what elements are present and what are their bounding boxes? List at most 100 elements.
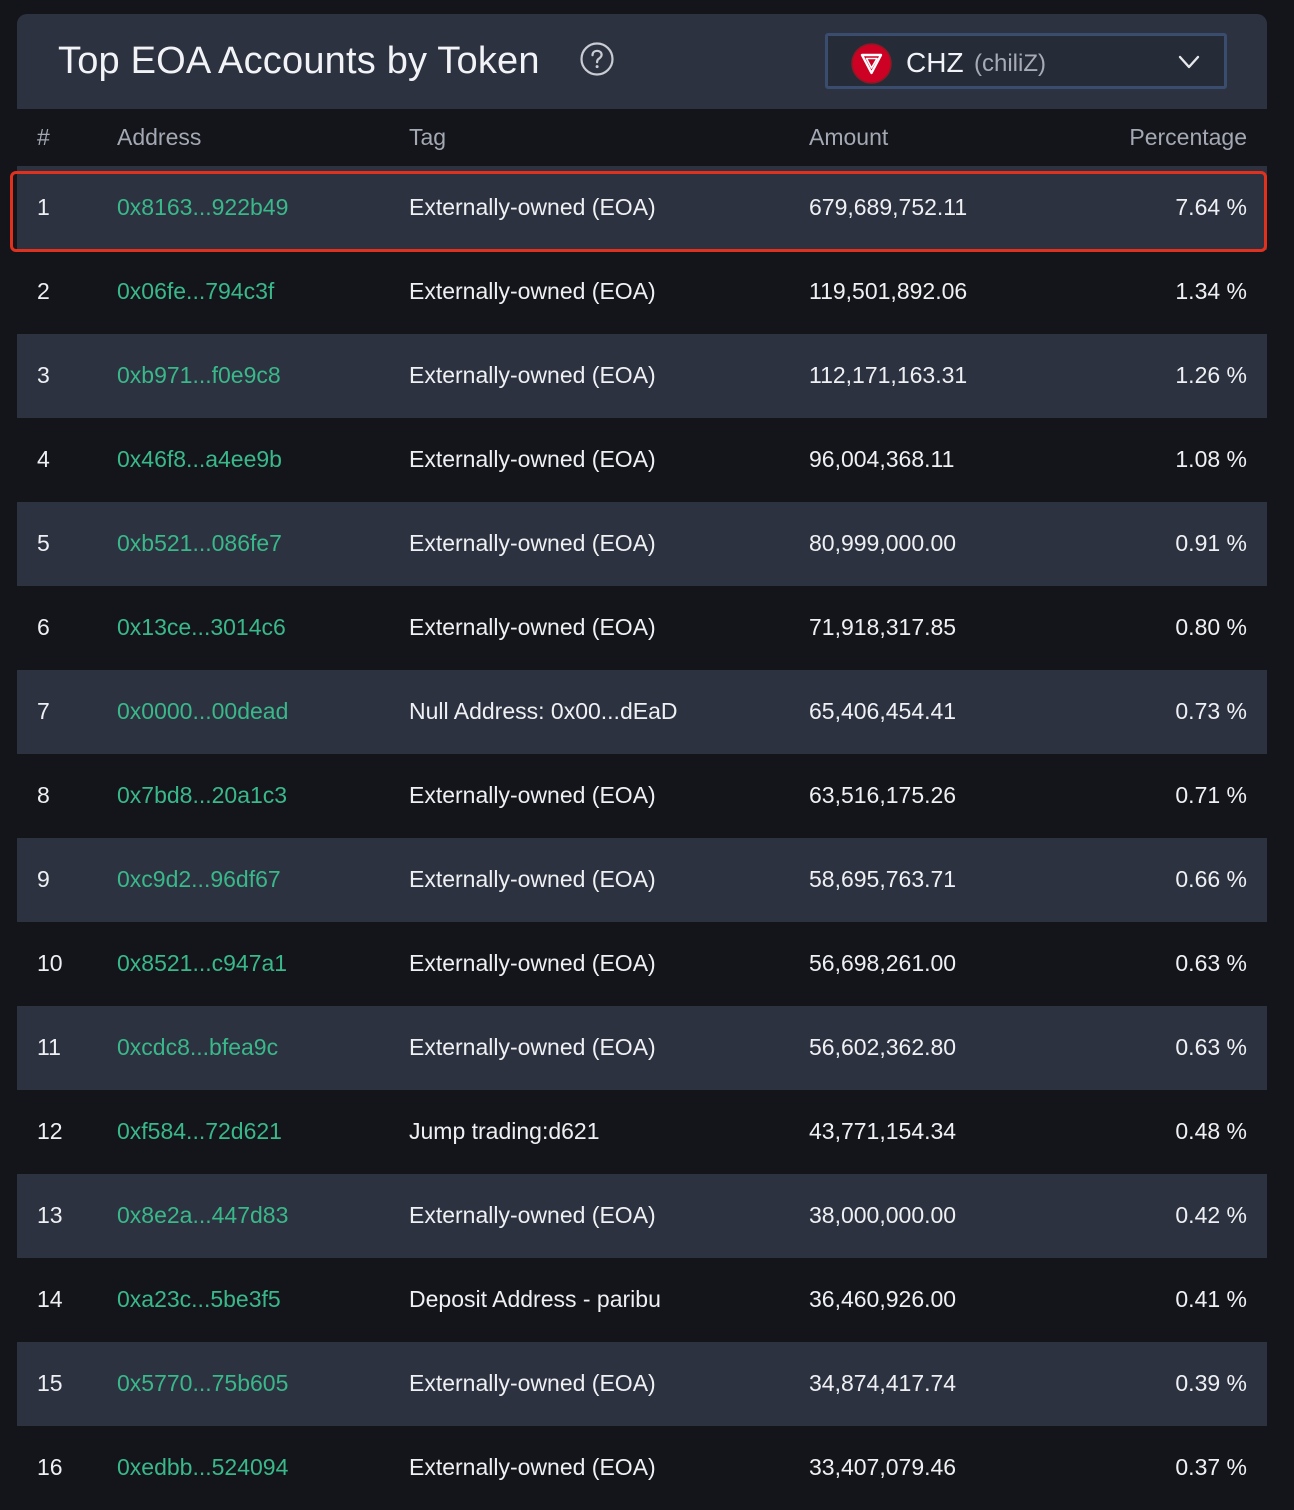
table-row[interactable]: 4 0x46f8...a4ee9b Externally-owned (EOA)… — [17, 418, 1267, 502]
address-link[interactable]: 0x8521...c947a1 — [117, 950, 287, 977]
row-amount: 80,999,000.00 — [809, 530, 957, 556]
table-row[interactable]: 9 0xc9d2...96df67 Externally-owned (EOA)… — [17, 838, 1267, 922]
row-rank: 7 — [37, 698, 50, 724]
row-tag: Externally-owned (EOA) — [409, 950, 656, 976]
row-amount: 96,004,368.11 — [809, 446, 955, 472]
row-rank: 5 — [37, 530, 50, 556]
row-rank: 16 — [37, 1454, 63, 1480]
row-amount: 33,407,079.46 — [809, 1454, 957, 1480]
row-amount: 58,695,763.71 — [809, 866, 957, 892]
row-tag: Externally-owned (EOA) — [409, 446, 656, 472]
row-tag: Externally-owned (EOA) — [409, 1202, 656, 1228]
row-percentage: 0.71 % — [1175, 782, 1247, 808]
row-percentage: 0.63 % — [1175, 950, 1247, 976]
row-percentage: 0.48 % — [1175, 1118, 1247, 1144]
address-link[interactable]: 0x13ce...3014c6 — [117, 614, 286, 641]
row-amount: 36,460,926.00 — [809, 1286, 957, 1312]
question-circle-icon[interactable] — [580, 42, 614, 76]
address-link[interactable]: 0xf584...72d621 — [117, 1118, 282, 1145]
address-link[interactable]: 0xb971...f0e9c8 — [117, 362, 281, 389]
page-title: Top EOA Accounts by Token — [58, 40, 540, 82]
row-percentage: 1.34 % — [1175, 278, 1247, 304]
table-row[interactable]: 3 0xb971...f0e9c8 Externally-owned (EOA)… — [17, 334, 1267, 418]
table-row[interactable]: 13 0x8e2a...447d83 Externally-owned (EOA… — [17, 1174, 1267, 1258]
row-tag: Externally-owned (EOA) — [409, 278, 656, 304]
row-tag: Externally-owned (EOA) — [409, 866, 656, 892]
row-amount: 63,516,175.26 — [809, 782, 957, 808]
row-amount: 119,501,892.06 — [809, 278, 968, 304]
address-link[interactable]: 0xc9d2...96df67 — [117, 866, 281, 893]
row-percentage: 0.63 % — [1175, 1034, 1247, 1060]
row-percentage: 0.80 % — [1175, 614, 1247, 640]
row-tag: Externally-owned (EOA) — [409, 1370, 656, 1396]
row-tag: Externally-owned (EOA) — [409, 362, 656, 388]
row-rank: 9 — [37, 866, 50, 892]
chevron-down-icon[interactable] — [1178, 51, 1200, 73]
address-link[interactable]: 0xb521...086fe7 — [117, 530, 282, 557]
row-tag: Externally-owned (EOA) — [409, 782, 656, 808]
table-header: # Address Tag Amount Percentage — [17, 109, 1267, 166]
row-tag: Externally-owned (EOA) — [409, 1034, 656, 1060]
row-tag: Externally-owned (EOA) — [409, 194, 656, 220]
row-tag: Null Address: 0x00...dEaD — [409, 698, 678, 724]
row-amount: 56,602,362.80 — [809, 1034, 957, 1060]
token-symbol: CHZ — [906, 47, 964, 78]
table-row[interactable]: 14 0xa23c...5be3f5 Deposit Address - par… — [17, 1258, 1267, 1342]
row-amount: 43,771,154.34 — [809, 1118, 957, 1144]
row-percentage: 1.26 % — [1175, 362, 1247, 388]
top-eoa-accounts-panel: Top EOA Accounts by Token CHZ (chiliZ) #… — [17, 14, 1267, 1510]
address-link[interactable]: 0x7bd8...20a1c3 — [117, 782, 287, 809]
address-link[interactable]: 0x8e2a...447d83 — [117, 1202, 288, 1229]
table-row[interactable]: 10 0x8521...c947a1 Externally-owned (EOA… — [17, 922, 1267, 1006]
address-link[interactable]: 0x06fe...794c3f — [117, 278, 274, 305]
column-header-percentage: Percentage — [1129, 124, 1247, 150]
table-row[interactable]: 7 0x0000...00dead Null Address: 0x00...d… — [17, 670, 1267, 754]
address-link[interactable]: 0xedbb...524094 — [117, 1454, 288, 1481]
chiliz-logo-icon — [851, 43, 892, 84]
column-header-rank: # — [37, 124, 50, 150]
row-percentage: 0.37 % — [1175, 1454, 1247, 1480]
row-amount: 71,918,317.85 — [809, 614, 957, 640]
table-row[interactable]: 16 0xedbb...524094 Externally-owned (EOA… — [17, 1426, 1267, 1510]
address-link[interactable]: 0xcdc8...bfea9c — [117, 1034, 278, 1061]
table-row[interactable]: 12 0xf584...72d621 Jump trading:d621 43,… — [17, 1090, 1267, 1174]
row-amount: 679,689,752.11 — [809, 194, 968, 220]
row-tag: Deposit Address - paribu — [409, 1286, 661, 1312]
column-header-amount: Amount — [809, 124, 889, 150]
address-link[interactable]: 0x8163...922b49 — [117, 194, 288, 221]
table-row[interactable]: 1 0x8163...922b49 Externally-owned (EOA)… — [17, 166, 1267, 250]
table-row[interactable]: 15 0x5770...75b605 Externally-owned (EOA… — [17, 1342, 1267, 1426]
row-rank: 10 — [37, 950, 63, 976]
row-tag: Externally-owned (EOA) — [409, 614, 656, 640]
address-link[interactable]: 0x0000...00dead — [117, 698, 288, 725]
table-row[interactable]: 5 0xb521...086fe7 Externally-owned (EOA)… — [17, 502, 1267, 586]
row-percentage: 0.42 % — [1175, 1202, 1247, 1228]
table-row[interactable]: 6 0x13ce...3014c6 Externally-owned (EOA)… — [17, 586, 1267, 670]
row-rank: 6 — [37, 614, 50, 640]
row-amount: 65,406,454.41 — [809, 698, 957, 724]
address-link[interactable]: 0xa23c...5be3f5 — [117, 1286, 281, 1313]
table-row[interactable]: 2 0x06fe...794c3f Externally-owned (EOA)… — [17, 250, 1267, 334]
row-percentage: 7.64 % — [1175, 194, 1247, 220]
row-amount: 56,698,261.00 — [809, 950, 957, 976]
row-rank: 11 — [37, 1034, 61, 1060]
token-select-dropdown[interactable]: CHZ (chiliZ) — [825, 33, 1227, 89]
row-tag: Externally-owned (EOA) — [409, 530, 656, 556]
row-amount: 38,000,000.00 — [809, 1202, 957, 1228]
column-header-tag: Tag — [409, 124, 447, 150]
row-tag: Externally-owned (EOA) — [409, 1454, 656, 1480]
table-row[interactable]: 11 0xcdc8...bfea9c Externally-owned (EOA… — [17, 1006, 1267, 1090]
token-name: (chiliZ) — [974, 50, 1046, 77]
row-amount: 34,874,417.74 — [809, 1370, 957, 1396]
table-row[interactable]: 8 0x7bd8...20a1c3 Externally-owned (EOA)… — [17, 754, 1267, 838]
row-percentage: 0.73 % — [1175, 698, 1247, 724]
table-body: 1 0x8163...922b49 Externally-owned (EOA)… — [17, 166, 1267, 1510]
row-percentage: 0.41 % — [1175, 1286, 1247, 1312]
address-link[interactable]: 0x46f8...a4ee9b — [117, 446, 282, 473]
row-rank: 1 — [37, 194, 50, 220]
row-rank: 12 — [37, 1118, 63, 1144]
row-percentage: 0.91 % — [1175, 530, 1247, 556]
row-tag: Jump trading:d621 — [409, 1118, 600, 1144]
row-rank: 13 — [37, 1202, 63, 1228]
address-link[interactable]: 0x5770...75b605 — [117, 1370, 288, 1397]
